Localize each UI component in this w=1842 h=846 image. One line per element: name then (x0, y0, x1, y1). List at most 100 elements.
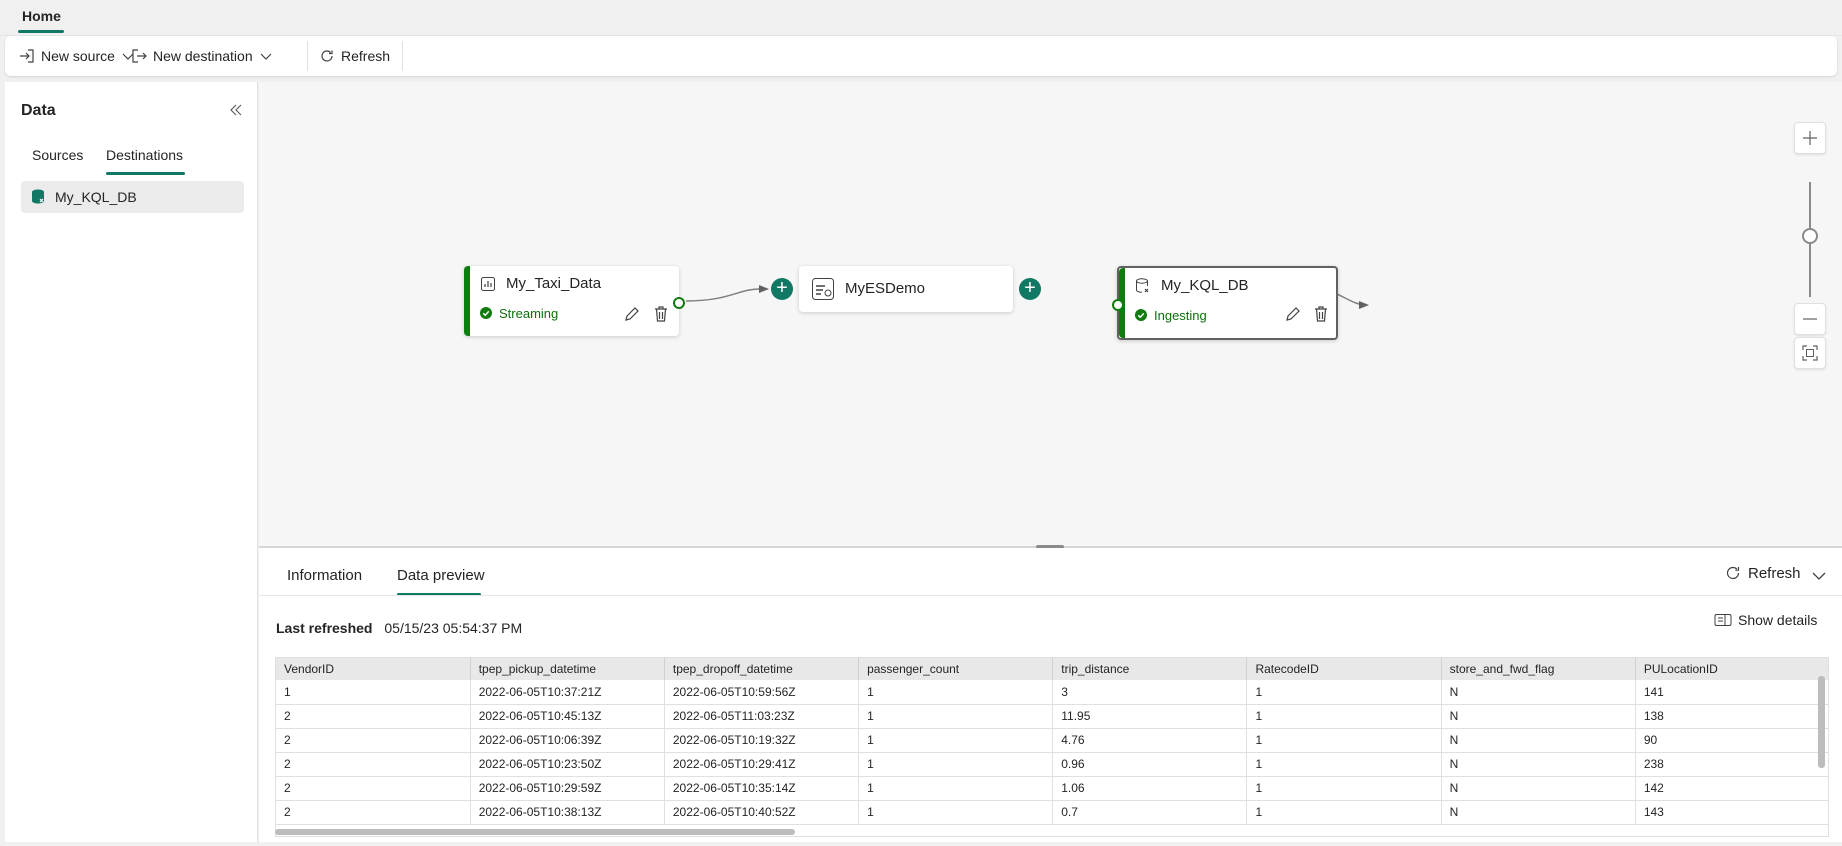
refresh-icon (1726, 566, 1740, 580)
tab-sources[interactable]: Sources (32, 147, 83, 163)
new-source-button[interactable]: New source (19, 44, 135, 68)
input-port[interactable] (1112, 299, 1124, 311)
table-row[interactable]: 1 2022-06-05T10:37:21Z 2022-06-05T10:59:56… (276, 680, 1828, 705)
node-status: Streaming (499, 306, 559, 321)
check-circle-icon (1135, 309, 1147, 321)
show-details-button[interactable]: Show details (1714, 612, 1817, 628)
table-cell: 1 (1246, 704, 1442, 729)
column-header[interactable]: tpep_dropoff_datetime (664, 658, 860, 680)
sign-in-icon (20, 49, 34, 63)
tab-information[interactable]: Information (287, 567, 362, 584)
table-cell: N (1441, 704, 1636, 729)
edit-icon[interactable] (622, 304, 642, 324)
table-cell: 4.76 (1052, 728, 1248, 753)
new-destination-label: New destination (153, 48, 253, 64)
table-cell: 2022-06-05T10:37:21Z (470, 680, 665, 705)
vertical-scrollbar[interactable] (1818, 676, 1825, 768)
new-destination-button[interactable]: New destination (131, 44, 273, 68)
zoom-slider-thumb[interactable] (1802, 228, 1818, 244)
chart-icon (481, 277, 495, 291)
delete-icon[interactable] (1311, 304, 1331, 324)
table-cell: 2022-06-05T10:29:41Z (664, 752, 860, 777)
node-title: MyESDemo (845, 280, 926, 297)
chevron-down-icon[interactable] (1809, 566, 1829, 586)
table-cell: 2 (276, 776, 471, 801)
data-panel: Data Sources Destinations My_KQL_DB (5, 82, 258, 842)
table-cell: 3 (1052, 680, 1248, 705)
refresh-button[interactable]: Refresh (319, 44, 390, 68)
column-header[interactable]: RatecodeID (1246, 658, 1442, 680)
table-cell: 1 (276, 680, 471, 705)
column-header[interactable]: PULocationID (1635, 658, 1828, 680)
table-cell: 2022-06-05T10:45:13Z (470, 704, 665, 729)
table-cell: 1 (858, 728, 1054, 753)
refresh-label: Refresh (341, 48, 391, 64)
table-row[interactable]: 2 2022-06-05T10:45:13Z 2022-06-05T11:03:23… (276, 704, 1828, 729)
table-cell: 1 (1246, 800, 1442, 825)
table-cell: 143 (1635, 800, 1828, 825)
column-header[interactable]: store_and_fwd_flag (1441, 658, 1636, 680)
output-port[interactable] (673, 297, 685, 309)
table-row[interactable]: 2 2022-06-05T10:38:13Z 2022-06-05T10:40:52… (276, 800, 1828, 825)
tab-destinations[interactable]: Destinations (106, 147, 183, 163)
table-cell: N (1441, 680, 1636, 705)
preview-refresh-label: Refresh (1748, 564, 1801, 582)
add-operation-button[interactable]: + (771, 278, 793, 300)
add-destination-button[interactable]: + (1019, 278, 1041, 300)
table-cell: 1 (1246, 680, 1442, 705)
tab-data-preview[interactable]: Data preview (397, 567, 485, 584)
show-details-label: Show details (1738, 612, 1818, 628)
table-cell: 2022-06-05T10:29:59Z (470, 776, 665, 801)
table-row[interactable]: 2 2022-06-05T10:23:50Z 2022-06-05T10:29:41… (276, 752, 1828, 777)
eventstream-node-myesdemo[interactable]: MyESDemo (799, 266, 1013, 312)
table-cell: 2022-06-05T10:19:32Z (664, 728, 860, 753)
delete-icon[interactable] (651, 304, 671, 324)
kql-database-icon (32, 189, 44, 204)
table-cell: 2022-06-05T10:38:13Z (470, 800, 665, 825)
collapse-panel-icon[interactable] (225, 100, 245, 120)
refresh-icon (321, 50, 333, 62)
table-cell: 2022-06-05T10:40:52Z (664, 800, 860, 825)
edit-icon[interactable] (1283, 304, 1303, 324)
table-row[interactable]: 2 2022-06-05T10:29:59Z 2022-06-05T10:35:14… (276, 776, 1828, 801)
preview-refresh-button[interactable]: Refresh (1724, 564, 1801, 582)
table-cell: 2022-06-05T10:35:14Z (664, 776, 860, 801)
horizontal-scrollbar[interactable] (275, 829, 795, 835)
table-cell: 90 (1635, 728, 1828, 753)
zoom-in-button[interactable] (1794, 122, 1826, 154)
tab-destinations-indicator (106, 172, 185, 175)
column-header[interactable]: trip_distance (1052, 658, 1248, 680)
data-preview-table: VendorID tpep_pickup_datetime tpep_dropo… (275, 657, 1829, 837)
table-cell: 0.96 (1052, 752, 1248, 777)
table-cell: N (1441, 728, 1636, 753)
zoom-out-button[interactable] (1794, 303, 1826, 335)
last-refreshed: Last refreshed 05/15/23 05:54:37 PM (276, 620, 522, 636)
node-status-bar (464, 266, 470, 336)
destination-node-my-kql-db[interactable]: My_KQL_DB Ingesting (1117, 266, 1338, 340)
destination-item-my-kql-db[interactable]: My_KQL_DB (21, 181, 244, 213)
fit-to-screen-button[interactable] (1794, 337, 1826, 369)
table-row[interactable]: 2 2022-06-05T10:06:39Z 2022-06-05T10:19:32… (276, 728, 1828, 753)
eventstream-icon (812, 278, 834, 300)
table-cell: 11.95 (1052, 704, 1248, 729)
eventstream-canvas[interactable]: My_Taxi_Data Streaming + MyESDemo + My_K… (259, 82, 1842, 546)
column-header[interactable]: VendorID (276, 658, 471, 680)
table-cell: 2 (276, 752, 471, 777)
table-cell: 2 (276, 800, 471, 825)
new-source-label: New source (41, 48, 115, 64)
panel-title: Data (21, 102, 56, 119)
source-node-my-taxi-data[interactable]: My_Taxi_Data Streaming (464, 266, 679, 336)
table-cell: N (1441, 776, 1636, 801)
toolbar: New source New destination Refresh (5, 36, 1837, 76)
table-cell: 1 (858, 680, 1054, 705)
ribbon-tab-bar: Home (0, 0, 1842, 36)
table-cell: 2022-06-05T11:03:23Z (664, 704, 860, 729)
kql-database-icon (1136, 278, 1149, 293)
tab-home[interactable]: Home (22, 8, 61, 24)
details-pane-icon (1714, 614, 1732, 626)
column-header[interactable]: tpep_pickup_datetime (470, 658, 665, 680)
table-cell: 1 (1246, 752, 1442, 777)
table-header-row: VendorID tpep_pickup_datetime tpep_dropo… (276, 658, 1828, 680)
node-title: My_KQL_DB (1161, 277, 1249, 294)
column-header[interactable]: passenger_count (858, 658, 1054, 680)
